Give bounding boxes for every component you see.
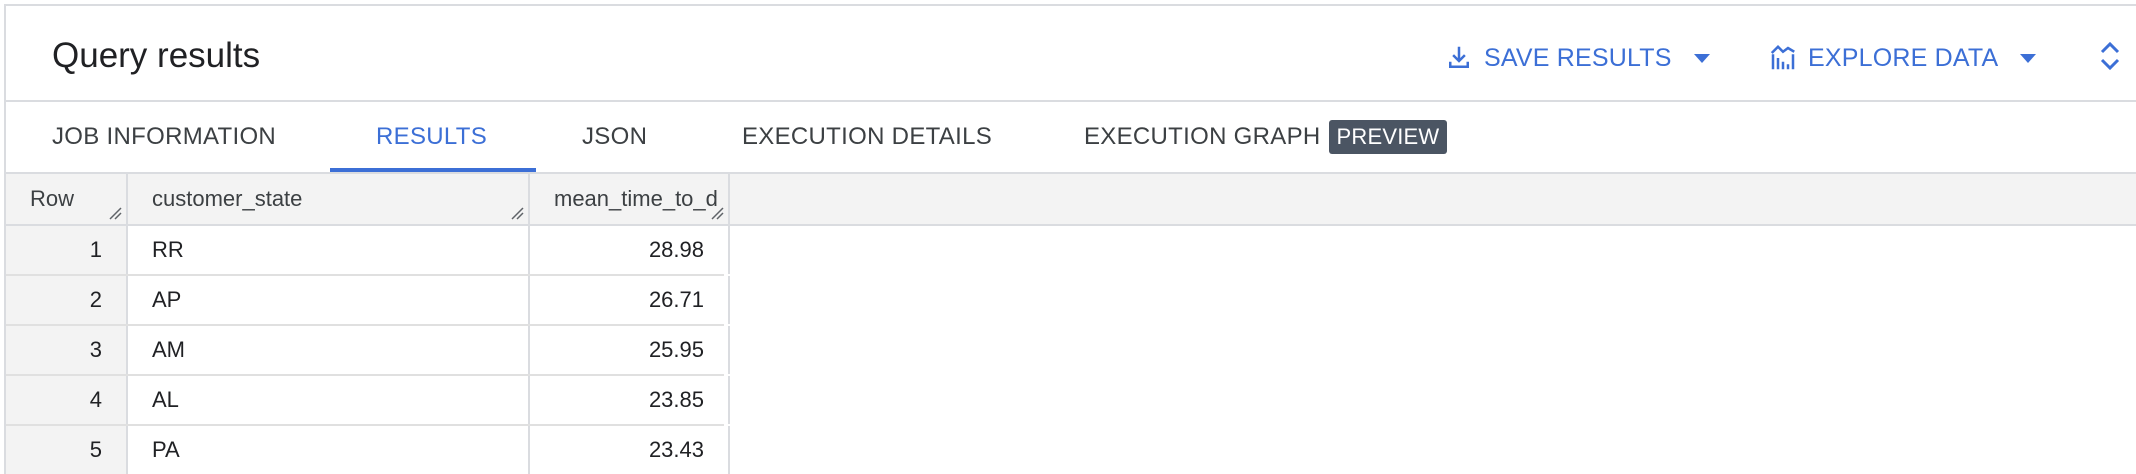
tab-execution-graph[interactable]: EXECUTION GRAPH PREVIEW [1084, 102, 1448, 172]
tab-label: JOB INFORMATION [52, 123, 277, 150]
mean-time-cell: 23.85 [530, 376, 730, 424]
customer-state-cell: PA [128, 426, 530, 474]
tab-label: EXECUTION DETAILS [742, 123, 993, 150]
save-results-button[interactable]: SAVE RESULTS [1444, 36, 1710, 80]
tab-results[interactable]: RESULTS [376, 102, 487, 172]
tab-execution-details[interactable]: EXECUTION DETAILS [742, 102, 992, 172]
resize-handle-icon[interactable] [108, 206, 122, 220]
results-header: Query results SAVE RESULTS EXPLORE DATA [6, 6, 2136, 102]
results-table: Row customer_state mean_time_to_d 1 RR 2… [6, 174, 2136, 474]
expand-collapse-icon[interactable] [2092, 36, 2128, 76]
download-icon [1449, 46, 1469, 68]
table-row: 1 RR 28.98 [6, 226, 730, 276]
chevron-down-icon [1693, 53, 1710, 63]
customer-state-cell: AM [128, 326, 530, 374]
column-header-label: Row [30, 186, 75, 211]
mean-time-cell: 23.43 [530, 426, 730, 474]
column-header-label: customer_state [152, 186, 303, 211]
table-row: 4 AL 23.85 [6, 376, 730, 426]
row-number-cell: 5 [6, 426, 128, 474]
customer-state-cell: RR [128, 226, 530, 274]
row-number-cell: 4 [6, 376, 128, 424]
customer-state-cell: AP [128, 276, 530, 324]
save-results-label: SAVE RESULTS [1484, 43, 1672, 72]
chevron-down-icon [2020, 53, 2037, 63]
tab-label: JSON [582, 123, 648, 150]
query-results-panel: Query results SAVE RESULTS EXPLORE DATA [4, 4, 2136, 474]
tab-label: EXECUTION GRAPH [1084, 123, 1321, 150]
active-tab-indicator [330, 168, 536, 172]
tab-job-information[interactable]: JOB INFORMATION [52, 102, 276, 172]
table-header-row: Row customer_state mean_time_to_d [6, 174, 2136, 226]
column-header-label: mean_time_to_d [554, 186, 718, 211]
resize-handle-icon[interactable] [710, 206, 724, 220]
row-number-cell: 2 [6, 276, 128, 324]
table-row: 5 PA 23.43 [6, 426, 730, 474]
results-tabs: JOB INFORMATION RESULTS JSON EXECUTION D… [6, 102, 2136, 174]
preview-badge: PREVIEW [1328, 120, 1448, 154]
page-title: Query results [52, 36, 261, 75]
customer-state-cell: AL [128, 376, 530, 424]
mean-time-cell: 26.71 [530, 276, 730, 324]
mean-time-cell: 28.98 [530, 226, 730, 274]
mean-time-cell: 25.95 [530, 326, 730, 374]
explore-data-label: EXPLORE DATA [1808, 43, 1999, 72]
column-header-mean-time[interactable]: mean_time_to_d [530, 174, 730, 224]
chart-icon [1770, 44, 1795, 70]
column-header-customer-state[interactable]: customer_state [128, 174, 530, 224]
resize-handle-icon[interactable] [510, 206, 524, 220]
tab-json[interactable]: JSON [582, 102, 647, 172]
column-header-row[interactable]: Row [6, 174, 128, 224]
row-number-cell: 1 [6, 226, 128, 274]
tab-label: RESULTS [376, 123, 488, 150]
table-row: 3 AM 25.95 [6, 326, 730, 376]
explore-data-button[interactable]: EXPLORE DATA [1768, 36, 2037, 80]
table-row: 2 AP 26.71 [6, 276, 730, 326]
row-number-cell: 3 [6, 326, 128, 374]
